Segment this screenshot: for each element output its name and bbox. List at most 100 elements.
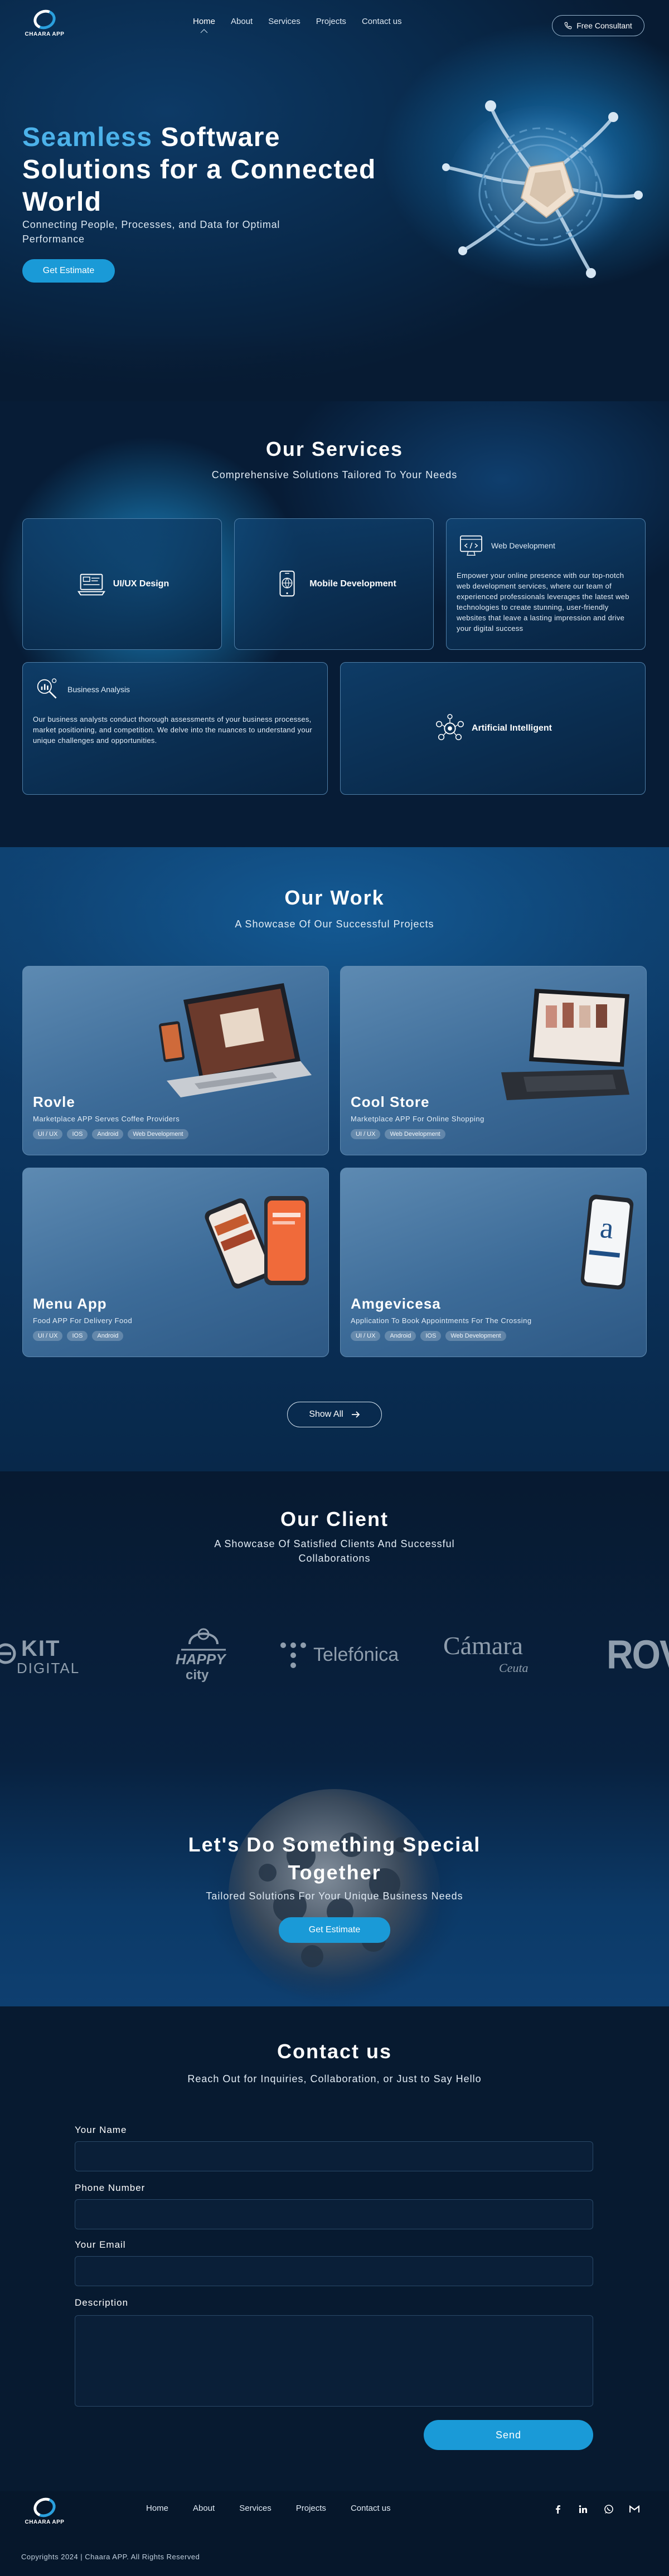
laptop-mockup-image — [158, 983, 312, 1097]
service-card-ui-ux[interactable]: UI/UX Design — [22, 518, 222, 650]
tag: Android — [385, 1331, 416, 1341]
laptop-mockup-image — [501, 989, 629, 1100]
project-card-cool-store[interactable]: Cool Store Marketplace APP For Online Sh… — [340, 966, 647, 1155]
free-consultant-label: Free Consultant — [576, 21, 632, 30]
cta-get-estimate-button[interactable]: Get Estimate — [279, 1917, 390, 1943]
hero-section: Seamless Software Solutions for a Connec… — [0, 0, 669, 401]
phone-mockup-image — [205, 1196, 309, 1289]
service-name: UI/UX Design — [113, 579, 169, 589]
service-name: Business Analysis — [67, 685, 130, 694]
service-card-business-analysis[interactable]: Business Analysis Our business analysts … — [22, 662, 328, 795]
kit-text: KIT — [21, 1636, 61, 1661]
get-estimate-button[interactable]: Get Estimate — [22, 259, 115, 283]
clients-title: Our Client — [280, 1508, 389, 1530]
email-label: Your Email — [75, 2239, 126, 2250]
footer-links: Home About Services Projects Contact us — [134, 2504, 403, 2513]
tag: Web Development — [445, 1331, 506, 1341]
tag: UI / UX — [351, 1331, 381, 1341]
send-button[interactable]: Send — [424, 2420, 593, 2450]
phone-label: Phone Number — [75, 2183, 146, 2193]
gmail-icon[interactable] — [628, 2502, 641, 2516]
footer-brand-name: CHAARA APP — [25, 2519, 65, 2525]
footer-link-about[interactable]: About — [181, 2504, 227, 2513]
client-logo-kit-digital: KIT DIGITAL — [0, 1636, 106, 1676]
service-card-web[interactable]: Web Development Empower your online pres… — [446, 518, 646, 650]
project-description: Marketplace APP Serves Coffee Providers — [33, 1115, 180, 1123]
project-tags: UI / UX Android IOS Web Development — [351, 1331, 506, 1341]
footer-link-home[interactable]: Home — [134, 2504, 181, 2513]
project-name: Menu App — [33, 1295, 107, 1312]
project-name: Rovle — [33, 1093, 75, 1110]
show-all-label: Show All — [309, 1409, 343, 1419]
facebook-icon[interactable] — [551, 2502, 564, 2516]
whatsapp-icon[interactable] — [602, 2502, 615, 2516]
mobile-dev-icon — [279, 570, 295, 597]
tag: UI / UX — [33, 1129, 63, 1139]
tag: UI / UX — [351, 1129, 381, 1139]
project-tags: UI / UX IOS Android — [33, 1331, 124, 1341]
cta-title-line1: Let's Do Something Special — [188, 1833, 481, 1856]
project-name: Cool Store — [351, 1093, 430, 1110]
project-card-amgevicesa[interactable]: a Amgevicesa Application To Book Appoint… — [340, 1168, 647, 1357]
tag: IOS — [67, 1129, 88, 1139]
phone-icon — [564, 22, 572, 30]
nav-link-contact[interactable]: Contact us — [354, 17, 410, 26]
ceuta-text: Ceuta — [499, 1661, 529, 1675]
happy-text: HAPPY — [176, 1651, 226, 1668]
tag: Android — [92, 1129, 124, 1139]
service-name: Artificial Intelligent — [471, 723, 552, 733]
services-subtitle: Comprehensive Solutions Tailored To Your… — [211, 469, 458, 480]
arrow-right-icon — [351, 1411, 360, 1418]
hero-title: Seamless Software Solutions for a Connec… — [22, 121, 401, 218]
cta-title-line2: Together — [288, 1861, 381, 1884]
footer-link-projects[interactable]: Projects — [284, 2504, 338, 2513]
service-card-mobile[interactable]: Mobile Development — [234, 518, 434, 650]
free-consultant-button[interactable]: Free Consultant — [552, 15, 644, 36]
work-subtitle: A Showcase Of Our Successful Projects — [235, 918, 434, 930]
hero-abstract-sculpture-image — [442, 100, 643, 278]
client-logos: KIT DIGITAL HAPPY city Telefónica Cámara — [0, 1616, 669, 1694]
service-card-ai[interactable]: Artificial Intelligent — [340, 662, 646, 795]
project-card-menu-app[interactable]: Menu App Food APP For Delivery Food UI /… — [22, 1168, 329, 1357]
project-card-rovle[interactable]: Rovle Marketplace APP Serves Coffee Prov… — [22, 966, 329, 1155]
logo-mark-icon — [31, 2495, 59, 2520]
phone-input[interactable] — [75, 2199, 593, 2229]
footer-link-services[interactable]: Services — [227, 2504, 284, 2513]
hero-title-accent: Seamless — [22, 123, 153, 152]
ai-icon — [436, 714, 464, 741]
name-input[interactable] — [75, 2141, 593, 2171]
email-input[interactable] — [75, 2256, 593, 2286]
phone-mockup-image: a — [580, 1194, 634, 1290]
copyright-text: Copyrights 2024 | Chaara APP. All Rights… — [21, 2553, 200, 2561]
service-name: Mobile Development — [309, 579, 396, 589]
ui-design-icon — [77, 573, 105, 596]
tag: Web Development — [128, 1129, 188, 1139]
services-title: Our Services — [265, 438, 404, 460]
nav-link-home[interactable]: Home — [185, 17, 223, 26]
nav-links: Home About Services Projects Contact us — [185, 17, 410, 26]
description-textarea[interactable] — [75, 2315, 593, 2407]
tag: IOS — [420, 1331, 442, 1341]
linkedin-icon[interactable] — [576, 2502, 590, 2516]
client-logo-happy-city: HAPPY city — [170, 1622, 237, 1689]
client-logo-rovle: ROVL — [607, 1633, 669, 1678]
tag: UI / UX — [33, 1331, 63, 1341]
rovl-text: ROVL — [607, 1633, 669, 1677]
footer-brand-logo[interactable]: CHAARA APP — [25, 2495, 65, 2525]
show-all-button[interactable]: Show All — [287, 1402, 382, 1427]
telefonica-dots-icon — [280, 1642, 306, 1668]
project-tags: UI / UX IOS Android Web Development — [33, 1129, 188, 1139]
business-analysis-icon — [37, 678, 57, 699]
project-name: Amgevicesa — [351, 1295, 441, 1312]
service-description: Our business analysts conduct thorough a… — [33, 715, 313, 745]
service-description: Empower your online presence with our to… — [457, 571, 629, 633]
project-description: Marketplace APP For Online Shopping — [351, 1115, 484, 1123]
brand-logo[interactable]: CHAARA APP — [25, 7, 65, 37]
name-label: Your Name — [75, 2125, 127, 2135]
nav-link-about[interactable]: About — [223, 17, 260, 26]
nav-link-services[interactable]: Services — [260, 17, 308, 26]
client-logo-telefonica: Telefónica — [279, 1639, 413, 1672]
project-description: Application To Book Appointments For The… — [351, 1316, 532, 1325]
nav-link-projects[interactable]: Projects — [308, 17, 354, 26]
footer-link-contact[interactable]: Contact us — [338, 2504, 403, 2513]
